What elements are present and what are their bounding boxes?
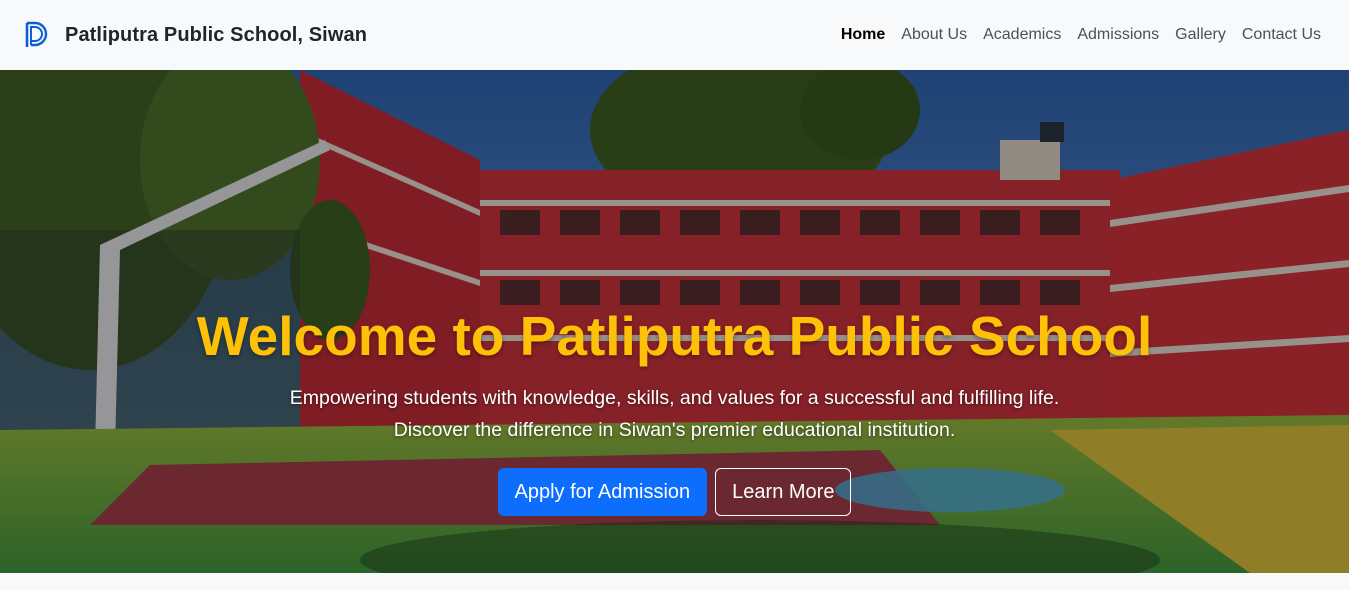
hero-title: Welcome to Patliputra Public School [196,305,1153,367]
learn-more-button[interactable]: Learn More [715,468,852,516]
brand[interactable]: Patliputra Public School, Siwan [24,21,367,49]
navbar: Patliputra Public School, Siwan Home Abo… [0,0,1349,70]
apply-admission-button[interactable]: Apply for Admission [497,468,708,516]
page-bottom-strip [0,573,1349,590]
hero-content: Welcome to Patliputra Public School Empo… [0,302,1349,516]
nav-link-about-us[interactable]: About Us [893,0,975,70]
nav-link-academics[interactable]: Academics [975,0,1069,70]
hero-buttons: Apply for Admission Learn More [0,468,1349,516]
hero-section: Welcome to Patliputra Public School Empo… [0,70,1349,573]
nav-link-contact-us[interactable]: Contact Us [1234,0,1329,70]
nav-link-gallery[interactable]: Gallery [1167,0,1234,70]
brand-name: Patliputra Public School, Siwan [65,23,368,46]
nav-links: Home About Us Academics Admissions Galle… [833,0,1329,70]
nav-link-admissions[interactable]: Admissions [1069,0,1167,70]
hero-subtitle: Empowering students with knowledge, skil… [289,387,1060,441]
nav-link-home[interactable]: Home [833,0,893,70]
school-logo-icon [25,21,48,47]
